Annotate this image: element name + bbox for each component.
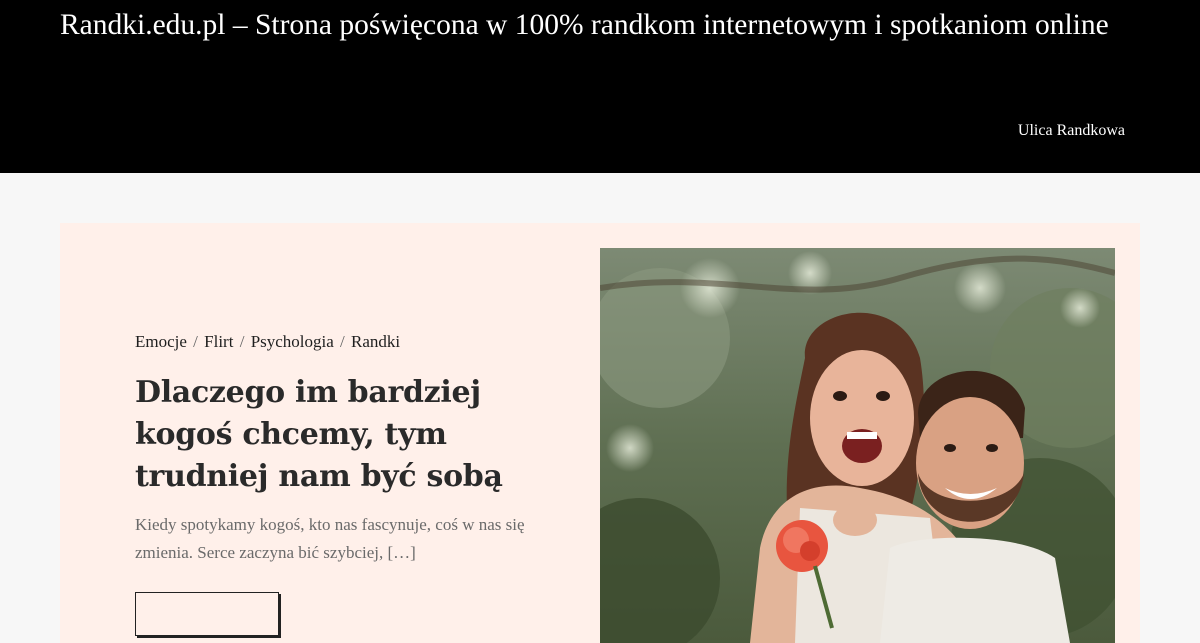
post-title-link[interactable]: Dlaczego im bardziej kogoś chcemy, tym t… xyxy=(135,375,503,494)
category-link-randki[interactable]: Randki xyxy=(351,332,400,351)
post-title: Dlaczego im bardziej kogoś chcemy, tym t… xyxy=(135,372,555,498)
category-link-flirt[interactable]: Flirt xyxy=(204,332,233,351)
read-more-button[interactable] xyxy=(135,592,279,636)
nav-item-ulica-randkowa[interactable]: Ulica Randkowa xyxy=(1018,122,1125,139)
category-link-emocje[interactable]: Emocje xyxy=(135,332,187,351)
main-navigation: Ulica Randkowa xyxy=(1018,120,1125,141)
couple-photo-icon xyxy=(600,248,1115,643)
post-content: Emocje / Flirt / Psychologia / Randki Dl… xyxy=(135,331,555,567)
category-separator: / xyxy=(239,332,245,351)
site-title-link[interactable]: Randki.edu.pl – Strona poświęcona w 100%… xyxy=(60,8,1140,42)
site-header: Randki.edu.pl – Strona poświęcona w 100%… xyxy=(0,0,1200,173)
category-link-psychologia[interactable]: Psychologia xyxy=(251,332,334,351)
post-categories: Emocje / Flirt / Psychologia / Randki xyxy=(135,331,555,353)
featured-post-card: Emocje / Flirt / Psychologia / Randki Dl… xyxy=(60,223,1140,643)
post-featured-image[interactable] xyxy=(600,248,1115,643)
category-separator: / xyxy=(193,332,198,351)
category-separator: / xyxy=(340,332,345,351)
post-excerpt: Kiedy spotykamy kogoś, kto nas fascynuje… xyxy=(135,515,525,562)
